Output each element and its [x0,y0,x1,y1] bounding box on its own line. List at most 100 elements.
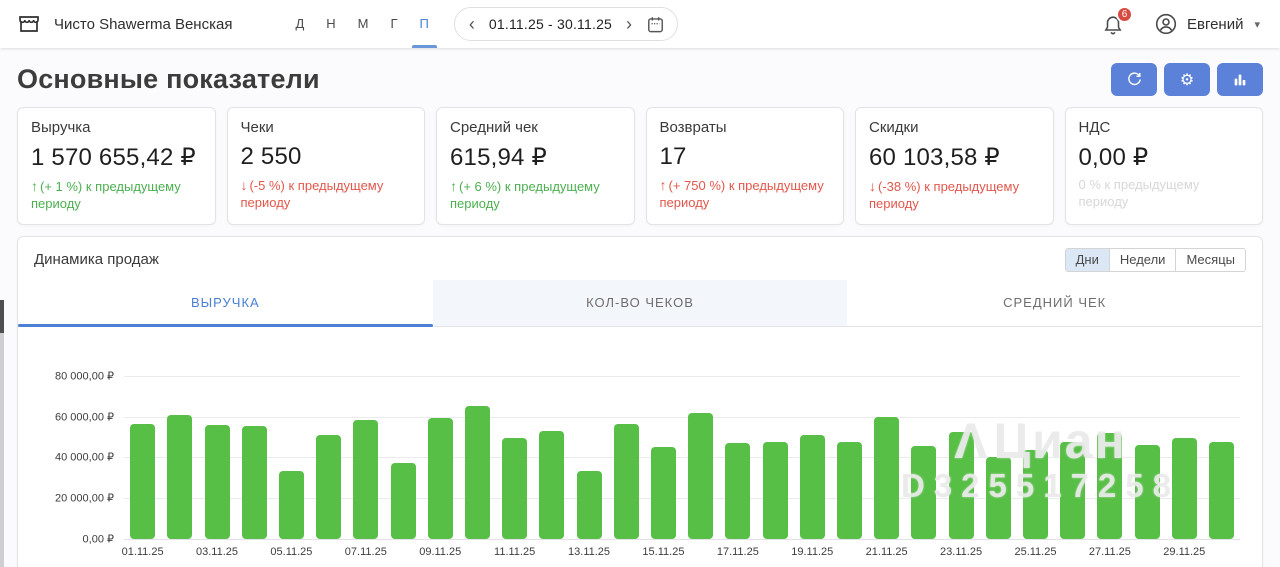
bar[interactable] [465,406,490,538]
kpi-delta: ↓(-5 %) к предыдущему периоду [241,176,412,212]
bar-slot [161,376,198,539]
date-range-picker[interactable]: ‹ 01.11.25 - 30.11.25 › [454,7,678,41]
bar[interactable] [874,417,899,538]
kpi-value: 60 103,58 ₽ [869,143,1040,172]
sales-dynamics-card: Динамика продаж ДниНеделиМесяцы ВЫРУЧКАК… [17,236,1263,567]
kpi-card-0: Выручка1 570 655,42 ₽↑(+ 1 %) к предыдущ… [17,107,216,225]
bar[interactable] [1209,442,1234,539]
bar[interactable] [242,426,267,539]
x-axis-label: 03.11.25 [196,546,238,558]
bar[interactable] [577,471,602,539]
bar-slot: 09.11.25 [422,376,459,539]
bar[interactable] [614,424,639,539]
bar-slot: 05.11.25 [273,376,310,539]
bar[interactable] [353,420,378,539]
kpi-delta: ↑(+ 750 %) к предыдущему периоду [660,176,831,212]
chart-tab-1[interactable]: КОЛ-ВО ЧЕКОВ [433,280,848,326]
notifications-button[interactable]: 6 [1102,13,1124,36]
bar[interactable] [316,435,341,539]
x-axis-label: 07.11.25 [345,546,387,558]
bar-slot [310,376,347,539]
bar[interactable] [800,435,825,539]
bar-slot [384,376,421,539]
bar[interactable] [688,413,713,539]
bar[interactable] [837,442,862,539]
next-period-chevron-icon[interactable]: › [624,15,634,33]
arrow-up-icon: ↑ [450,178,457,194]
bar[interactable] [949,432,974,539]
bar-slot [905,376,942,539]
bar[interactable] [651,447,676,539]
kpi-label: Скидки [869,119,1040,136]
chart-tabs: ВЫРУЧКАКОЛ-ВО ЧЕКОВСРЕДНИЙ ЧЕК [18,280,1262,327]
bar-slot [1203,376,1240,539]
chart-tab-0[interactable]: ВЫРУЧКА [18,280,433,326]
date-range-label: 01.11.25 - 30.11.25 [489,16,612,32]
bar[interactable] [1172,438,1197,538]
prev-period-chevron-icon[interactable]: ‹ [467,15,477,33]
bar[interactable] [725,443,750,539]
bar[interactable] [205,425,230,539]
bar[interactable] [130,424,155,539]
bar[interactable] [1135,445,1160,539]
granularity-1[interactable]: Недели [1109,249,1176,271]
page-title: Основные показатели [17,64,320,95]
kpi-card-4: Скидки 60 103,58 ₽ ↓(-38 %) к предыдущему … [855,107,1054,225]
bar-slot: 27.11.25 [1091,376,1128,539]
y-axis-label: 60 000,00 ₽ [4,410,114,423]
kpi-delta: ↑(+ 6 %) к предыдущему периоду [450,177,621,213]
x-axis-label: 01.11.25 [122,546,164,558]
bar[interactable] [167,415,192,539]
bar-slot: 25.11.25 [1017,376,1054,539]
x-axis-label: 17.11.25 [717,546,759,558]
store-name: Чисто Shawerma Венская [54,16,232,33]
arrow-up-icon: ↑ [660,177,667,193]
x-axis-label: 11.11.25 [494,546,535,558]
page-title-row: Основные показатели ⚙ [0,48,1280,107]
bar-slot [682,376,719,539]
bar[interactable] [911,446,936,539]
kpi-card-5: НДС0,00 ₽0 % к предыдущему периоду [1065,107,1264,225]
period-tab-г[interactable]: Г [380,0,409,48]
granularity-2[interactable]: Месяцы [1175,249,1245,271]
kpi-delta: ↑(+ 1 %) к предыдущему периоду [31,177,202,213]
refresh-button[interactable] [1111,63,1157,96]
kpi-label: Средний чек [450,119,621,136]
y-axis-label: 80 000,00 ₽ [4,369,114,382]
bar[interactable] [1060,442,1085,539]
bar[interactable] [279,471,304,539]
bar[interactable] [539,431,564,539]
bar[interactable] [986,457,1011,539]
x-axis-label: 21.11.25 [866,546,908,558]
storefront-icon [16,12,42,36]
period-tab-н[interactable]: Н [315,0,346,48]
granularity-0[interactable]: Дни [1066,249,1109,271]
period-tab-м[interactable]: М [347,0,380,48]
bar[interactable] [502,438,527,538]
x-axis-label: 27.11.25 [1089,546,1131,558]
bar-slot: 01.11.25 [124,376,161,539]
bar[interactable] [1023,450,1048,539]
bar[interactable] [391,463,416,539]
chart-tab-2[interactable]: СРЕДНИЙ ЧЕК [847,280,1262,326]
bar-slot [756,376,793,539]
bar[interactable] [763,442,788,538]
period-tab-п[interactable]: П [409,0,440,48]
bar-chart-icon [1232,72,1248,88]
chart-view-button[interactable] [1217,63,1263,96]
bar[interactable] [1097,433,1122,539]
period-tab-д[interactable]: Д [284,0,315,48]
x-axis-label: 05.11.25 [270,546,312,558]
kpi-cards: Выручка1 570 655,42 ₽↑(+ 1 %) к предыдущ… [17,107,1263,225]
kpi-delta: ↓(-38 %) к предыдущему периоду [869,177,1040,213]
kpi-delta-text: (-5 %) к предыдущему периоду [241,178,384,210]
bar-slot: 03.11.25 [198,376,235,539]
user-avatar-icon [1154,12,1178,36]
kpi-delta-text: (+ 750 %) к предыдущему периоду [660,178,824,210]
settings-button[interactable]: ⚙ [1164,63,1210,96]
gridline: 0,00 ₽ [124,539,1240,540]
y-axis-label: 40 000,00 ₽ [4,451,114,464]
calendar-icon[interactable] [646,15,665,34]
bar[interactable] [428,418,453,539]
user-menu[interactable]: Евгений ▾ [1154,12,1260,36]
